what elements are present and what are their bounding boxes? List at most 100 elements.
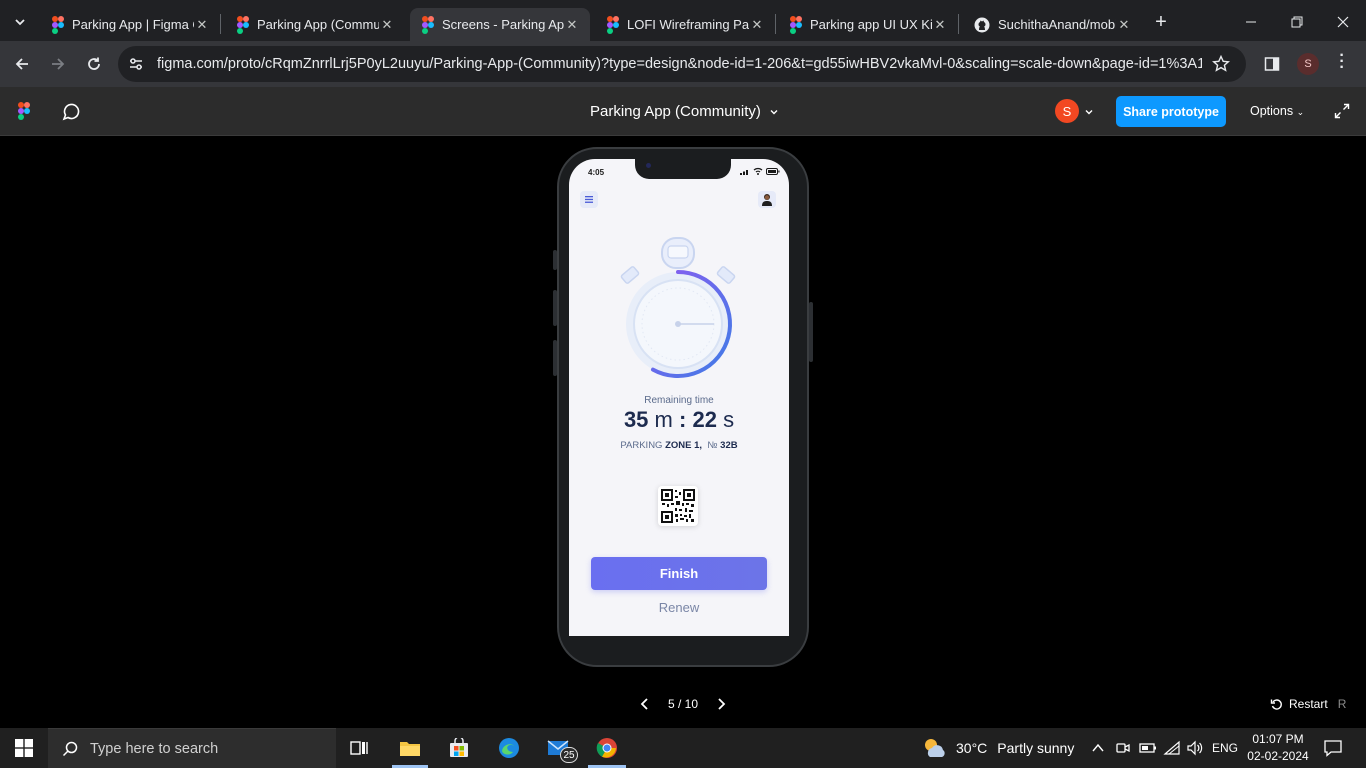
chevron-down-icon: ⌄	[1296, 107, 1305, 117]
tab-screens-parking-app[interactable]: Screens - Parking App ✕	[410, 8, 590, 41]
finish-button[interactable]: Finish	[591, 557, 767, 590]
remaining-time-label: Remaining time	[644, 395, 714, 406]
mail-button[interactable]: 25	[544, 734, 578, 763]
tab-divider	[220, 14, 221, 34]
minimize-button[interactable]	[1237, 8, 1265, 36]
taskbar-search[interactable]: Type here to search	[48, 728, 336, 768]
back-button[interactable]	[8, 50, 36, 78]
prototype-title[interactable]: Parking App (Community)	[590, 103, 761, 120]
tab-title: SuchithaAnand/mobi	[998, 17, 1116, 32]
user-avatar-icon	[762, 194, 772, 206]
minimize-icon	[1246, 21, 1256, 23]
close-icon[interactable]: ✕	[932, 17, 948, 33]
tab-parking-app-community[interactable]: Parking App (Commu ✕	[225, 8, 405, 41]
start-button[interactable]	[10, 734, 38, 762]
chrome-button[interactable]	[593, 734, 621, 762]
reload-icon	[88, 57, 100, 70]
tab-lofi-wireframing[interactable]: LOFI Wireframing Par ✕	[595, 8, 775, 41]
options-button[interactable]: Options ⌄	[1250, 104, 1304, 118]
weather-widget[interactable]: 30°C Partly sunny	[922, 728, 1074, 768]
close-icon[interactable]: ✕	[194, 17, 210, 33]
address-bar[interactable]: figma.com/proto/cRqmZnrrlLrj5P0yL2uuyu/P…	[118, 46, 1246, 82]
comment-icon[interactable]	[61, 102, 81, 122]
menu-button[interactable]	[580, 191, 598, 208]
battery-icon[interactable]	[1139, 741, 1157, 755]
camera-dot	[646, 163, 651, 168]
partly-sunny-icon	[925, 739, 945, 757]
restart-label: Restart	[1289, 697, 1328, 711]
forward-button[interactable]	[44, 50, 72, 78]
chevron-right-icon[interactable]	[714, 697, 728, 711]
close-icon[interactable]: ✕	[379, 17, 395, 33]
renew-button[interactable]: Renew	[591, 597, 767, 617]
close-window-button[interactable]	[1329, 8, 1357, 36]
chevron-down-icon[interactable]	[770, 108, 778, 116]
restart-button[interactable]: Restart R	[1270, 697, 1346, 711]
profile-button[interactable]	[758, 191, 776, 208]
figma-icon	[607, 15, 619, 34]
tab-search-button[interactable]	[6, 8, 34, 36]
menu-kebab-icon[interactable]: · · ·	[1336, 48, 1348, 76]
close-icon[interactable]: ✕	[564, 17, 580, 33]
stopwatch-illustration	[620, 237, 736, 378]
tab-title: Parking App | Figma C	[72, 17, 194, 32]
wifi-icon[interactable]	[1163, 740, 1181, 756]
tab-title: Parking app UI UX Kit	[810, 17, 932, 32]
restart-icon	[1270, 698, 1282, 710]
phone-button	[553, 250, 557, 270]
edge-icon	[499, 738, 519, 758]
new-tab-button[interactable]: +	[1147, 8, 1175, 36]
zone-name: ZONE 1,	[665, 440, 703, 451]
url-text[interactable]: figma.com/proto/cRqmZnrrlLrj5P0yL2uuyu/P…	[157, 56, 1202, 72]
mail-badge: 25	[560, 747, 578, 763]
task-view-button[interactable]	[346, 734, 374, 762]
chevron-up-icon[interactable]	[1091, 742, 1105, 754]
stopwatch-side-button-right	[716, 266, 736, 284]
restart-shortcut: R	[1337, 697, 1347, 711]
figma-prototype-header: Parking App (Community) Share prototype …	[0, 87, 1366, 136]
clock-date: 02-02-2024	[1247, 749, 1309, 763]
fullscreen-icon[interactable]	[1334, 103, 1350, 119]
reload-button[interactable]	[80, 50, 108, 78]
figma-logo-icon[interactable]	[18, 102, 30, 120]
share-prototype-button[interactable]: Share prototype	[1116, 96, 1226, 127]
windows-icon	[15, 739, 33, 757]
seconds-unit: s	[723, 407, 735, 432]
tab-title: Parking App (Commu	[257, 17, 379, 32]
status-time: 4:05	[588, 168, 605, 177]
notifications-icon[interactable]	[1324, 739, 1342, 757]
language-indicator[interactable]: ENG	[1212, 741, 1238, 755]
profile-avatar[interactable]: S	[1297, 53, 1319, 75]
remaining-time-value: 35 m : 22 s	[569, 407, 789, 433]
close-icon[interactable]: ✕	[749, 17, 765, 33]
site-settings-icon[interactable]	[128, 56, 144, 72]
signal-icon	[740, 170, 748, 175]
microsoft-store-button[interactable]	[445, 734, 473, 762]
tab-parking-app-figma[interactable]: Parking App | Figma C ✕	[40, 8, 220, 41]
edge-button[interactable]	[495, 734, 523, 762]
star-icon[interactable]	[1212, 55, 1230, 73]
store-icon	[450, 738, 468, 757]
chrome-icon	[596, 738, 617, 758]
tab-parking-ui-ux-kit[interactable]: Parking app UI UX Kit ✕	[778, 8, 958, 41]
restore-button[interactable]	[1283, 8, 1311, 36]
battery-icon	[766, 168, 780, 175]
phone-button	[553, 290, 557, 326]
file-explorer-button[interactable]	[396, 734, 424, 762]
system-clock[interactable]: 01:07 PM 02-02-2024	[1243, 731, 1313, 765]
zone-prefix: PARKING	[620, 440, 663, 451]
seconds-value: 22	[692, 407, 717, 432]
side-panel-icon[interactable]	[1264, 56, 1280, 72]
user-avatar[interactable]: S	[1055, 99, 1079, 123]
close-icon[interactable]: ✕	[1116, 17, 1132, 33]
meet-now-icon[interactable]	[1115, 740, 1131, 756]
chevron-down-icon	[15, 19, 25, 26]
phone-button	[809, 302, 813, 362]
tab-github-suchitha[interactable]: SuchithaAnand/mobi ✕	[962, 8, 1142, 41]
figma-icon	[422, 15, 434, 34]
prototype-pager: 5 / 10	[630, 693, 736, 715]
qr-code[interactable]	[658, 486, 698, 526]
chevron-down-icon[interactable]	[1085, 108, 1093, 116]
volume-icon[interactable]	[1186, 740, 1204, 756]
chevron-left-icon[interactable]	[638, 697, 652, 711]
